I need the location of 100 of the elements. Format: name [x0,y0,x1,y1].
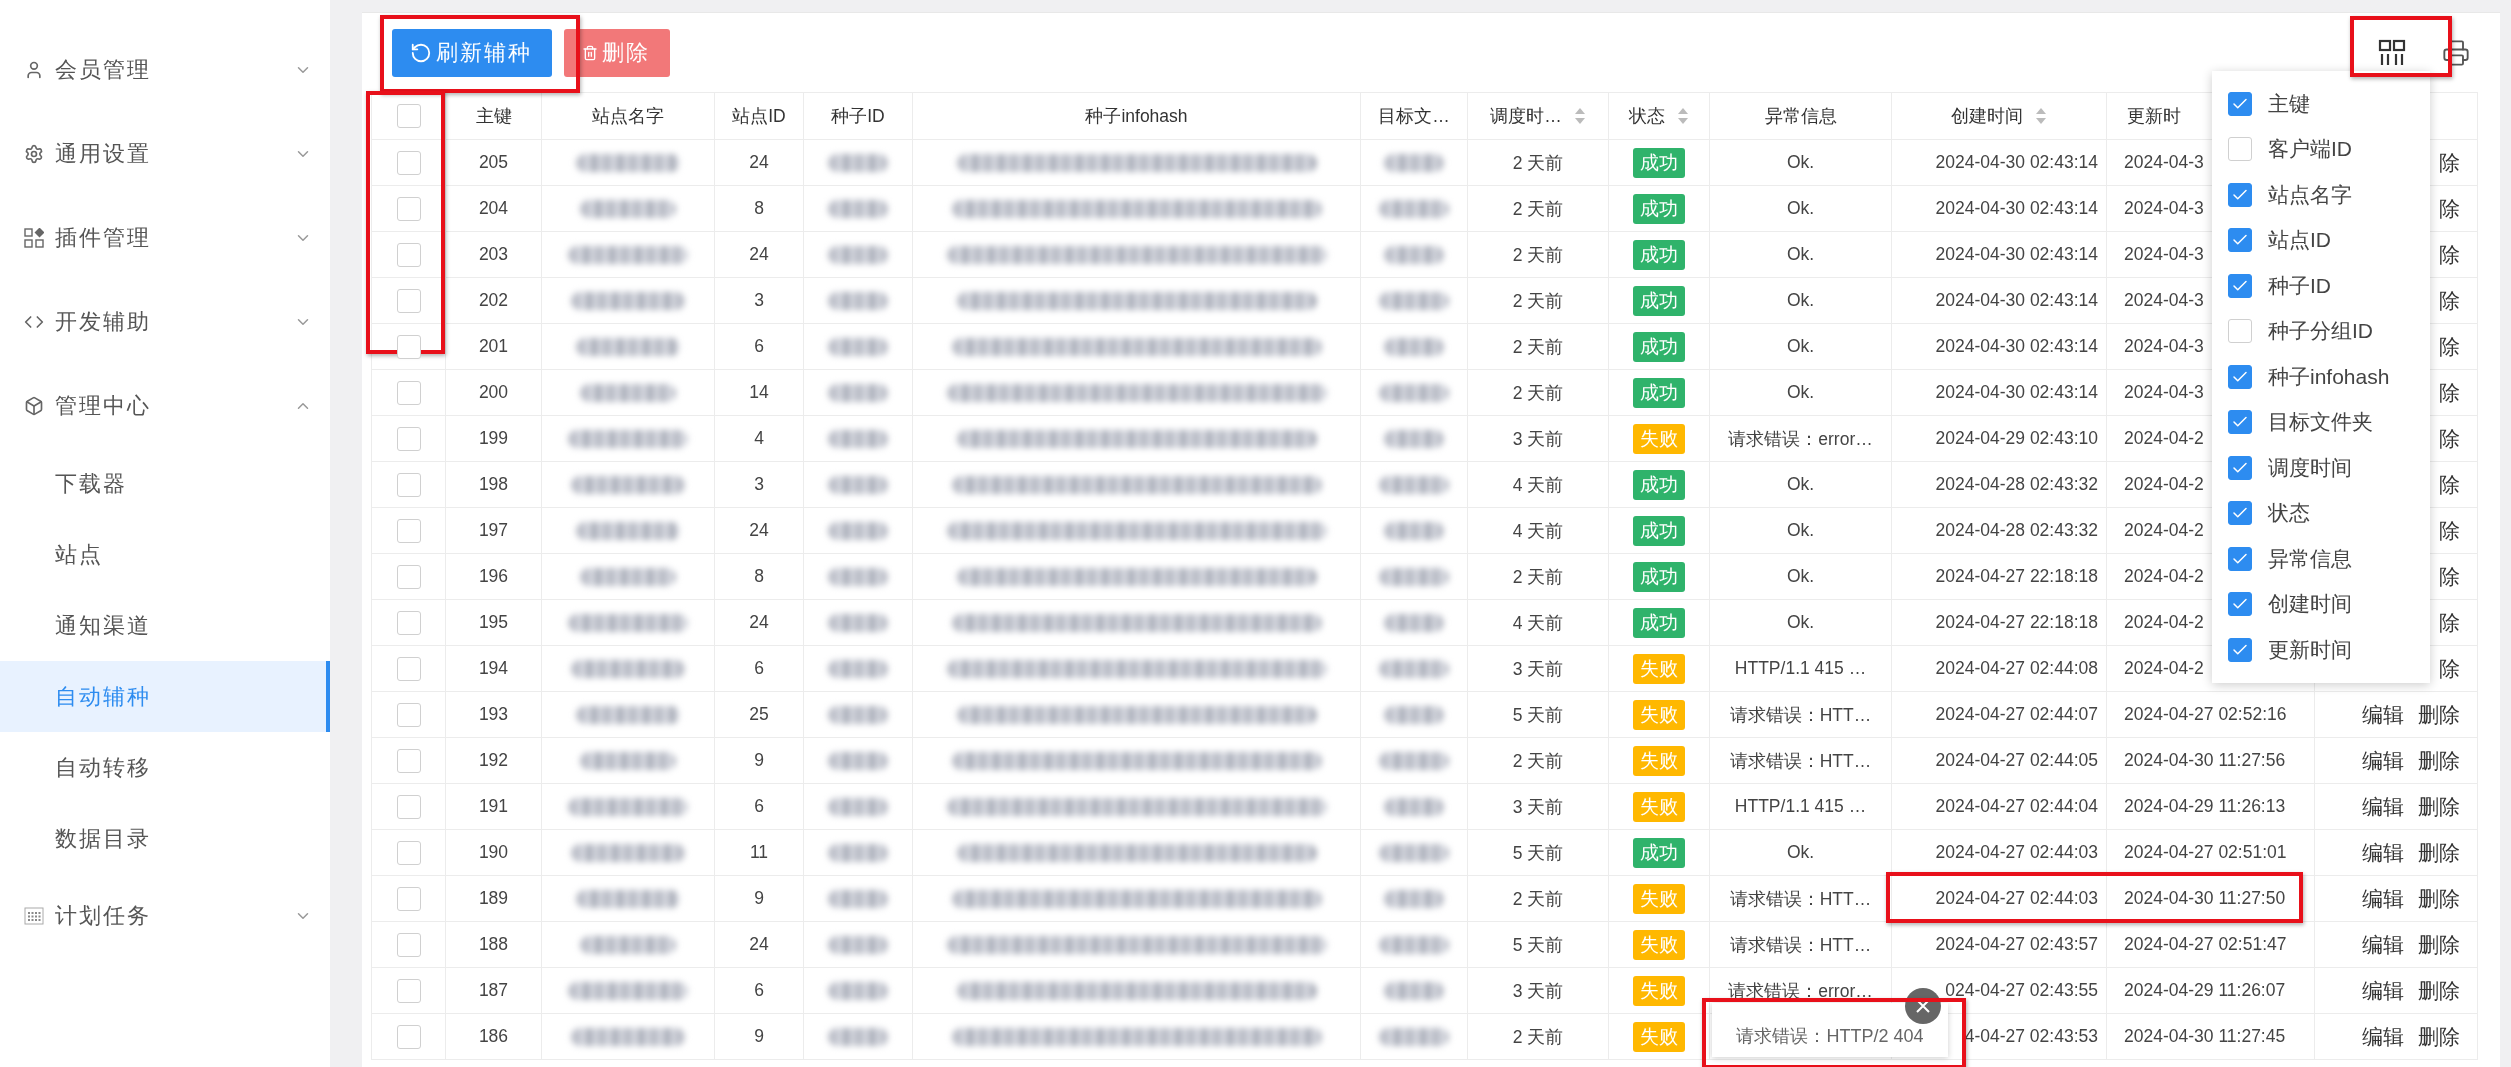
delete-link[interactable]: 除 [2439,332,2460,361]
option-checkbox[interactable] [2228,592,2252,617]
delete-link[interactable]: 除 [2439,286,2460,315]
menu-item[interactable]: 计划任务 [0,874,330,958]
delete-link[interactable]: 删除 [2418,1022,2460,1051]
delete-link[interactable]: 删除 [2418,700,2460,729]
row-checkbox[interactable] [396,288,421,313]
delete-link[interactable]: 删除 [2418,976,2460,1005]
row-checkbox[interactable] [396,518,421,543]
table-cell: 9 [754,750,764,770]
row-checkbox[interactable] [396,150,421,175]
delete-link[interactable]: 删除 [2418,838,2460,867]
column-option[interactable]: 状态 [2212,490,2430,536]
edit-link[interactable]: 编辑 [2362,838,2404,867]
select-all-checkbox[interactable] [396,104,421,128]
delete-link[interactable]: 除 [2439,516,2460,545]
option-checkbox[interactable] [2228,319,2252,344]
delete-link[interactable]: 除 [2439,424,2460,453]
row-checkbox[interactable] [396,380,421,405]
column-option[interactable]: 更新时间 [2212,627,2430,673]
delete-link[interactable]: 删除 [2418,792,2460,821]
printer-icon[interactable] [2442,38,2470,67]
column-header[interactable]: 状态 [1629,104,1689,128]
menu-item[interactable]: 会员管理 [0,28,330,112]
refresh-icon [410,41,432,64]
submenu-item[interactable]: 数据目录 [0,803,330,874]
row-checkbox[interactable] [396,840,421,865]
menu-item[interactable]: 插件管理 [0,196,330,280]
edit-link[interactable]: 编辑 [2362,884,2404,913]
table-cell: 2024-04-3 [2124,382,2204,402]
row-checkbox[interactable] [396,472,421,497]
row-checkbox[interactable] [396,334,421,359]
blurred-text [1379,751,1449,770]
row-checkbox[interactable] [396,978,421,1003]
column-option[interactable]: 异常信息 [2212,536,2430,582]
column-option[interactable]: 主键 [2212,81,2430,127]
row-checkbox[interactable] [396,702,421,727]
column-option[interactable]: 种子ID [2212,263,2430,309]
delete-link[interactable]: 除 [2439,654,2460,683]
menu-item[interactable]: 通用设置 [0,112,330,196]
row-checkbox[interactable] [396,886,421,911]
columns-icon[interactable] [2378,38,2406,67]
column-option[interactable]: 种子分组ID [2212,308,2430,354]
row-checkbox[interactable] [396,564,421,589]
table-cell: Ok. [1786,244,1815,264]
edit-link[interactable]: 编辑 [2362,930,2404,959]
delete-link[interactable]: 除 [2439,240,2460,269]
delete-link[interactable]: 除 [2439,378,2460,407]
submenu-item[interactable]: 自动转移 [0,732,330,803]
option-checkbox[interactable] [2228,182,2252,207]
column-option[interactable]: 客户端ID [2212,126,2430,172]
delete-link[interactable]: 除 [2439,562,2460,591]
submenu-item[interactable]: 站点 [0,519,330,590]
row-checkbox[interactable] [396,1024,421,1049]
edit-link[interactable]: 编辑 [2362,1022,2404,1051]
delete-link[interactable]: 除 [2439,194,2460,223]
option-checkbox[interactable] [2228,364,2252,389]
option-checkbox[interactable] [2228,91,2252,116]
option-checkbox[interactable] [2228,546,2252,571]
column-option[interactable]: 调度时间 [2212,445,2430,491]
column-option[interactable]: 站点名字 [2212,172,2430,218]
option-checkbox[interactable] [2228,501,2252,526]
row-checkbox[interactable] [396,932,421,957]
submenu-item[interactable]: 下载器 [0,448,330,519]
option-checkbox[interactable] [2228,273,2252,298]
menu-label: 计划任务 [55,902,152,930]
submenu-item[interactable]: 通知渠道 [0,590,330,661]
delete-link[interactable]: 删除 [2418,884,2460,913]
menu-label: 管理中心 [55,392,152,420]
edit-link[interactable]: 编辑 [2362,746,2404,775]
row-checkbox[interactable] [396,748,421,773]
row-checkbox[interactable] [396,610,421,635]
status-tag: 成功 [1633,193,1685,224]
edit-link[interactable]: 编辑 [2362,792,2404,821]
table-cell: 2024-04-27 02:44:07 [1935,704,2098,724]
row-checkbox[interactable] [396,656,421,681]
option-checkbox[interactable] [2228,637,2252,662]
edit-link[interactable]: 编辑 [2362,700,2404,729]
column-option[interactable]: 站点ID [2212,217,2430,263]
column-header[interactable]: 创建时间 [1951,104,2047,128]
row-checkbox[interactable] [396,242,421,267]
delete-link[interactable]: 除 [2439,148,2460,177]
column-header[interactable]: 调度时… [1490,104,1586,128]
delete-link[interactable]: 删除 [2418,930,2460,959]
column-option[interactable]: 种子infohash [2212,354,2430,400]
option-checkbox[interactable] [2228,137,2252,162]
row-checkbox[interactable] [396,794,421,819]
delete-link[interactable]: 除 [2439,608,2460,637]
row-checkbox[interactable] [396,426,421,451]
menu-item[interactable]: 管理中心 [0,364,330,448]
column-option[interactable]: 创建时间 [2212,581,2430,627]
row-checkbox[interactable] [396,196,421,221]
option-checkbox[interactable] [2228,410,2252,435]
column-option[interactable]: 目标文件夹 [2212,399,2430,445]
delete-link[interactable]: 除 [2439,470,2460,499]
edit-link[interactable]: 编辑 [2362,976,2404,1005]
option-checkbox[interactable] [2228,455,2252,480]
menu-item[interactable]: 开发辅助 [0,280,330,364]
option-checkbox[interactable] [2228,228,2252,253]
delete-link[interactable]: 删除 [2418,746,2460,775]
